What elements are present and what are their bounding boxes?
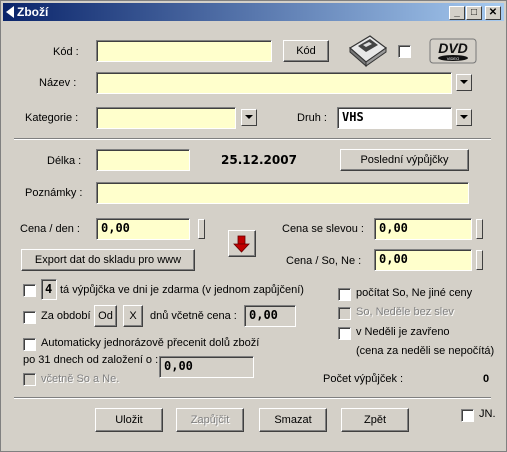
period-days-label: dnů včetně cena : bbox=[150, 310, 237, 322]
kod-input[interactable] bbox=[96, 40, 272, 62]
druh-dropdown-button[interactable] bbox=[456, 109, 472, 126]
auto-reprice-label2: po 31 dnech od založení o : bbox=[23, 354, 159, 366]
diff-prices-checkbox[interactable] bbox=[338, 288, 351, 301]
cena-sone-input[interactable]: 0,00 bbox=[374, 249, 472, 271]
svg-text:VIDEO: VIDEO bbox=[447, 56, 459, 61]
free-rental-number[interactable]: 4 bbox=[41, 279, 57, 300]
sunday-closed-checkbox[interactable] bbox=[338, 327, 351, 340]
cena-sleva-spin[interactable] bbox=[476, 219, 483, 239]
delka-input[interactable] bbox=[96, 149, 190, 171]
sunday-note-label: (cena za neděli se nepočítá) bbox=[356, 345, 495, 357]
sunday-no-discount-label: So, Neděle bez slev bbox=[356, 306, 454, 318]
kategorie-dropdown-button[interactable] bbox=[241, 109, 257, 126]
app-icon bbox=[6, 6, 14, 18]
kod-checkbox[interactable] bbox=[398, 45, 411, 58]
dvd-video-logo: DVD VIDEO bbox=[429, 38, 477, 64]
lend-button[interactable]: Zapůjčit bbox=[176, 408, 244, 432]
arrow-down-icon bbox=[233, 235, 250, 253]
jn-checkbox[interactable] bbox=[461, 409, 474, 422]
auto-reprice-checkbox[interactable] bbox=[23, 338, 36, 351]
back-button[interactable]: Zpět bbox=[341, 408, 409, 432]
minimize-button[interactable]: _ bbox=[449, 6, 465, 20]
period-price-input[interactable]: 0,00 bbox=[244, 305, 296, 327]
poznamky-input[interactable] bbox=[96, 182, 469, 204]
kod-button[interactable]: Kód bbox=[283, 40, 329, 62]
date-value: 25.12.2007 bbox=[221, 153, 297, 167]
reprice-weekend-label: včetně So a Ne. bbox=[41, 373, 120, 385]
period-od-button[interactable]: Od bbox=[94, 305, 117, 327]
copy-price-button[interactable] bbox=[228, 230, 256, 257]
delete-button[interactable]: Smazat bbox=[259, 408, 327, 432]
cena-sone-spin[interactable] bbox=[476, 250, 483, 270]
cena-den-label: Cena / den : bbox=[20, 223, 80, 235]
diff-prices-label: počítat So, Ne jiné ceny bbox=[356, 287, 473, 299]
delka-label: Délka : bbox=[47, 155, 82, 167]
floppy-disk-icon[interactable] bbox=[346, 34, 388, 68]
reprice-weekend-checkbox[interactable] bbox=[23, 373, 36, 386]
jn-label: JN. bbox=[479, 408, 496, 420]
separator-bottom bbox=[14, 397, 491, 399]
window: Zboží _ □ ✕ Kód : Kód DVD VIDEO Název : … bbox=[0, 0, 507, 452]
nazev-dropdown-button[interactable] bbox=[456, 74, 472, 91]
auto-reprice-input[interactable]: 0,00 bbox=[159, 356, 254, 378]
title-bar[interactable]: Zboží _ □ ✕ bbox=[3, 3, 504, 21]
save-button[interactable]: Uložit bbox=[95, 408, 163, 432]
nazev-label: Název : bbox=[39, 77, 77, 89]
sunday-no-discount-checkbox[interactable] bbox=[338, 307, 351, 320]
export-button[interactable]: Export dat do skladu pro www bbox=[21, 249, 195, 271]
separator-top bbox=[14, 138, 491, 140]
cena-sleva-label: Cena se slevou : bbox=[282, 223, 364, 235]
cena-den-input[interactable]: 0,00 bbox=[96, 218, 190, 240]
kategorie-input[interactable] bbox=[96, 107, 236, 129]
kategorie-label: Kategorie : bbox=[25, 112, 79, 124]
free-rental-checkbox[interactable] bbox=[23, 284, 36, 297]
rental-count-label: Počet výpůjček : bbox=[323, 373, 404, 385]
period-clear-button[interactable]: X bbox=[123, 305, 143, 327]
cena-sleva-input[interactable]: 0,00 bbox=[374, 218, 472, 240]
last-rentals-button[interactable]: Poslední výpůjčky bbox=[340, 149, 469, 171]
sunday-closed-label: v Neděli je zavřeno bbox=[356, 326, 450, 338]
auto-reprice-label: Automaticky jednorázově přecenit dolů zb… bbox=[41, 337, 260, 349]
svg-text:DVD: DVD bbox=[438, 40, 468, 56]
free-rental-label: tá výpůjčka ve dni je zdarma (v jednom z… bbox=[60, 284, 304, 296]
rental-count-value: 0 bbox=[483, 373, 490, 385]
druh-select[interactable]: VHS bbox=[337, 107, 452, 129]
kod-label: Kód : bbox=[53, 46, 79, 58]
nazev-input[interactable] bbox=[96, 72, 452, 94]
cena-sone-label: Cena / So, Ne : bbox=[286, 255, 362, 267]
poznamky-label: Poznámky : bbox=[25, 187, 83, 199]
druh-label: Druh : bbox=[297, 112, 327, 124]
cena-den-spin[interactable] bbox=[198, 219, 205, 239]
period-label: Za období bbox=[41, 310, 91, 322]
maximize-button[interactable]: □ bbox=[466, 6, 482, 20]
window-title: Zboží bbox=[17, 5, 49, 19]
close-button[interactable]: ✕ bbox=[485, 6, 501, 20]
period-checkbox[interactable] bbox=[23, 311, 36, 324]
